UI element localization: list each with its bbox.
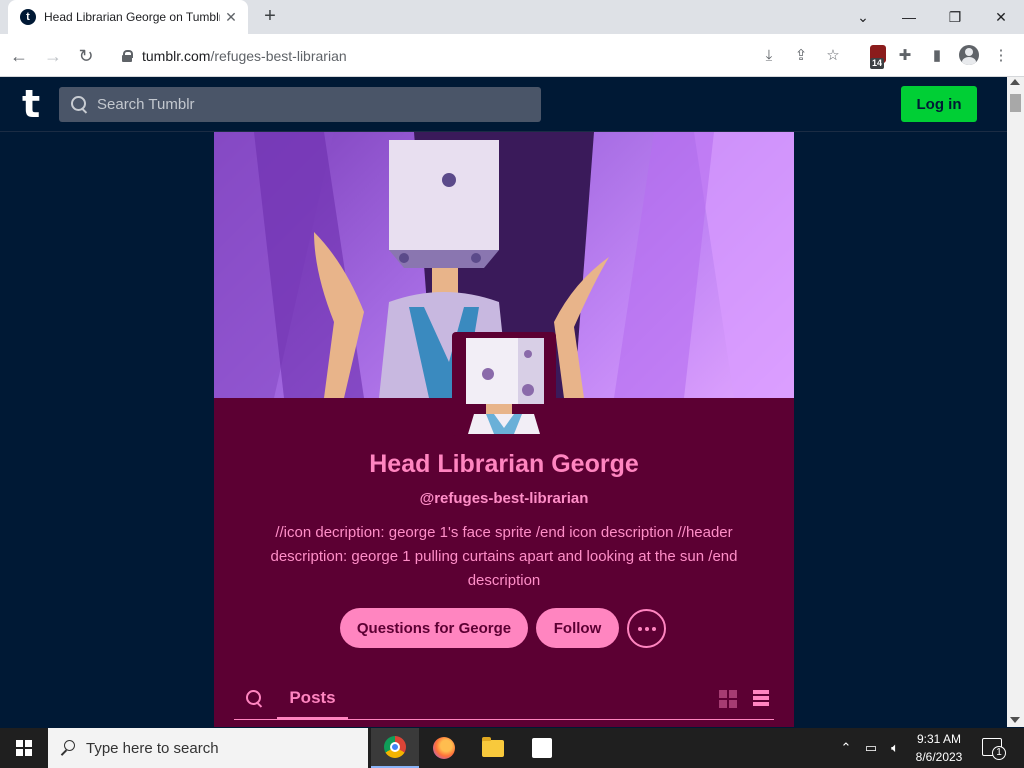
scroll-up-icon[interactable] xyxy=(1010,79,1020,85)
blog-tabs: Posts xyxy=(234,678,774,720)
store-icon xyxy=(532,738,552,758)
restore-button[interactable]: ❐ xyxy=(932,0,978,34)
clock-time: 9:31 AM xyxy=(916,732,962,746)
taskbar-store[interactable] xyxy=(518,728,566,768)
forward-icon[interactable]: → xyxy=(40,43,66,69)
browser-tab-bar: t Head Librarian George on Tumblr ✕ + ⌄ … xyxy=(0,0,1024,34)
tumblr-header: t Search Tumblr Log in xyxy=(0,77,1007,132)
scroll-down-icon[interactable] xyxy=(1010,717,1020,723)
reload-icon[interactable]: ↻ xyxy=(73,43,99,69)
ask-button[interactable]: Questions for George xyxy=(340,608,528,648)
address-bar[interactable]: tumblr.com/refuges-best-librarian xyxy=(112,40,852,71)
blog-handle[interactable]: @refuges-best-librarian xyxy=(214,490,794,507)
tumblr-favicon-icon: t xyxy=(20,9,36,25)
clock-date: 8/6/2023 xyxy=(915,750,963,764)
blog-search-icon[interactable] xyxy=(246,690,264,708)
url-text[interactable]: tumblr.com/refuges-best-librarian xyxy=(142,48,347,64)
close-tab-icon[interactable]: ✕ xyxy=(222,9,240,26)
search-placeholder: Search Tumblr xyxy=(97,96,195,113)
blog-description: //icon decription: george 1's face sprit… xyxy=(270,524,738,589)
puzzle-icon[interactable]: ✚ xyxy=(894,44,916,66)
scroll-thumb[interactable] xyxy=(1010,94,1021,112)
close-window-button[interactable]: ✕ xyxy=(978,0,1024,34)
share-icon[interactable]: ⇪ xyxy=(790,44,812,66)
tab-posts[interactable]: Posts xyxy=(277,678,348,720)
taskbar-search-placeholder: Type here to search xyxy=(86,739,219,757)
tab-search-chevron-icon[interactable]: ⌄ xyxy=(840,0,886,34)
volume-icon[interactable]: 🔈︎ xyxy=(884,728,906,768)
taskbar-chrome[interactable] xyxy=(371,728,419,768)
firefox-icon xyxy=(433,737,455,759)
search-icon xyxy=(60,740,76,756)
star-icon[interactable]: ☆ xyxy=(822,44,844,66)
tumblr-logo[interactable]: t xyxy=(22,85,40,123)
search-icon xyxy=(71,95,89,114)
search-input[interactable]: Search Tumblr xyxy=(59,87,541,122)
back-icon[interactable]: ← xyxy=(6,43,32,69)
windows-taskbar: Type here to search ⌃ ▭ 🔈︎ 9:31 AM 8/6/2… xyxy=(0,728,1024,768)
profile-icon[interactable] xyxy=(959,45,979,65)
blog-card: Head Librarian George @refuges-best-libr… xyxy=(214,132,794,727)
install-icon[interactable]: ⤓ xyxy=(758,44,780,66)
browser-tab[interactable]: t Head Librarian George on Tumblr ✕ xyxy=(8,0,248,34)
sidepanel-icon[interactable]: ▮ xyxy=(926,44,948,66)
ellipsis-icon xyxy=(637,626,642,631)
menu-icon[interactable]: ⋮ xyxy=(990,44,1012,66)
taskbar-firefox[interactable] xyxy=(420,728,468,768)
network-icon[interactable]: ▭ xyxy=(860,728,882,768)
grid-view-icon[interactable] xyxy=(719,690,737,708)
taskbar-file-explorer[interactable] xyxy=(469,728,517,768)
blog-title: Head Librarian George xyxy=(369,450,639,478)
notification-count: 1 xyxy=(992,746,1006,760)
login-button[interactable]: Log in xyxy=(901,86,977,122)
chrome-icon xyxy=(384,736,406,758)
start-button[interactable] xyxy=(0,728,48,768)
windows-logo-icon xyxy=(16,740,32,756)
page-scrollbar[interactable] xyxy=(1007,77,1024,727)
minimize-button[interactable]: — xyxy=(886,0,932,34)
tab-title: Head Librarian George on Tumblr xyxy=(44,10,220,24)
tray-chevron-icon[interactable]: ⌃ xyxy=(836,728,856,768)
new-tab-button[interactable]: + xyxy=(258,5,282,29)
extension-badge-count: 14 xyxy=(870,58,885,69)
lock-icon[interactable] xyxy=(122,49,133,62)
file-explorer-icon xyxy=(482,736,504,757)
blog-avatar[interactable] xyxy=(452,332,556,436)
list-view-icon[interactable] xyxy=(753,690,769,708)
system-clock[interactable]: 9:31 AM 8/6/2023 xyxy=(906,730,972,766)
follow-button[interactable]: Follow xyxy=(536,608,619,648)
taskbar-search-input[interactable]: Type here to search xyxy=(48,728,368,768)
more-options-button[interactable] xyxy=(627,609,666,648)
